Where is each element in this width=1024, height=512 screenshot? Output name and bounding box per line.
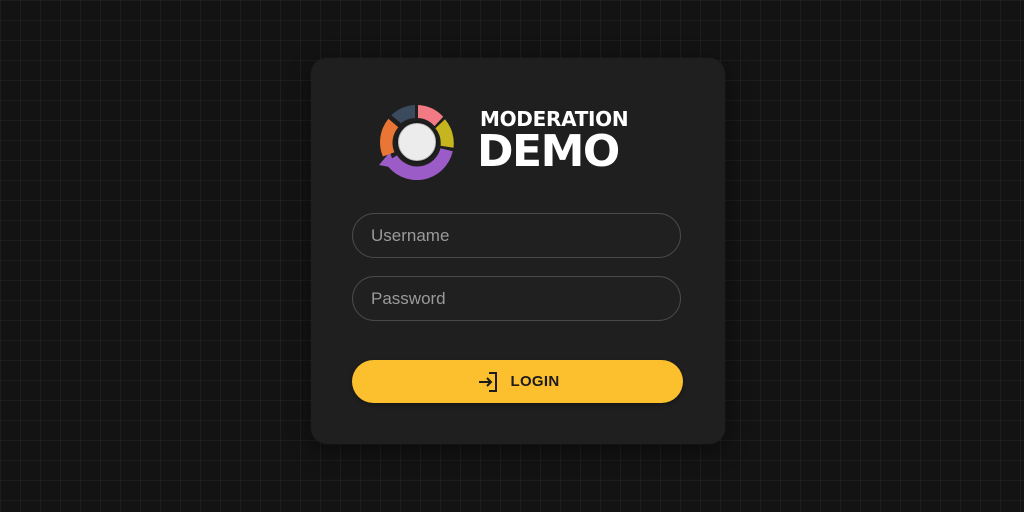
username-input[interactable] bbox=[352, 213, 681, 258]
moderation-logo-icon bbox=[379, 105, 454, 180]
login-icon bbox=[478, 371, 497, 392]
brand-title-bottom: DEMO bbox=[477, 126, 620, 177]
login-label: LOGIN bbox=[510, 373, 560, 390]
brand: MODERATION DEMO bbox=[377, 102, 667, 180]
login-card: MODERATION DEMO LOGIN bbox=[311, 58, 725, 444]
password-input[interactable] bbox=[352, 276, 681, 321]
login-button[interactable]: LOGIN bbox=[352, 360, 683, 403]
